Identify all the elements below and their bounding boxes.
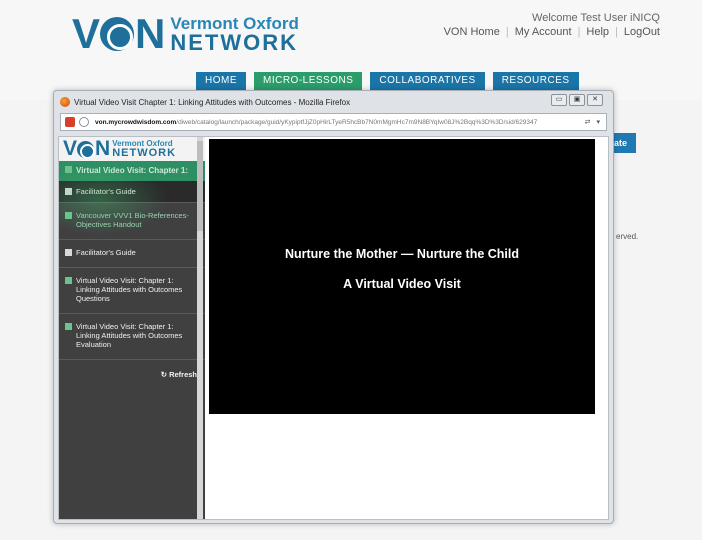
sidebar-scrollbar-thumb[interactable] [197, 141, 203, 231]
url-actions: ⇄ ▾ [578, 114, 606, 130]
sidebar-item-facilitators-guide-2[interactable]: Facilitator's Guide [59, 240, 205, 268]
document-icon [65, 323, 72, 330]
background-cutoff-button[interactable]: ate [612, 133, 636, 153]
sidebar-logo-line-2: NETWORK [112, 146, 177, 159]
document-icon [65, 188, 72, 195]
document-icon [65, 212, 72, 219]
sidebar-item-facilitators-guide-1[interactable]: Facilitator's Guide [59, 181, 205, 203]
sidebar-header[interactable]: Virtual Video Visit: Chapter 1: [59, 161, 205, 181]
background-cutoff-text: erved. [616, 232, 639, 241]
my-account-link[interactable]: My Account [515, 26, 572, 38]
minimize-icon[interactable]: ▭ [551, 94, 567, 106]
von-logo[interactable]: VN Vermont Oxford NETWORK [72, 10, 299, 57]
sidebar-item-evaluation[interactable]: Virtual Video Visit: Chapter 1: Linking … [59, 314, 205, 360]
popup-content: VN Vermont Oxford NETWORK Virtual Video … [58, 136, 609, 520]
logo-line-2: NETWORK [170, 29, 299, 55]
window-title: Virtual Video Visit Chapter 1: Linking A… [74, 97, 351, 107]
help-link[interactable]: Help [586, 26, 609, 38]
firefox-popup-window: Virtual Video Visit Chapter 1: Linking A… [53, 90, 614, 524]
sidebar-item-label: Vancouver VVV1 Bio-References-Objectives… [76, 211, 189, 229]
globe-icon [79, 117, 89, 127]
sidebar-item-label: Facilitator's Guide [76, 248, 136, 257]
sidebar-item-label: Facilitator's Guide [76, 187, 136, 196]
sidebar-logo-text: Vermont Oxford NETWORK [112, 139, 177, 159]
window-controls: ▭ ▣ ✕ [551, 94, 603, 106]
von-logo-text: Vermont Oxford NETWORK [170, 15, 298, 54]
welcome-text: Welcome Test User iNICQ [532, 12, 660, 24]
refresh-button[interactable]: ↻ Refresh [59, 360, 205, 379]
firefox-icon [60, 97, 70, 107]
url-domain: von.mycrowdwisdom.com [95, 118, 177, 126]
close-icon[interactable]: ✕ [587, 94, 603, 106]
von-logo-mark: VN [72, 10, 165, 57]
sidebar-item-questions[interactable]: Virtual Video Visit: Chapter 1: Linking … [59, 268, 205, 314]
video-title: Nurture the Mother — Nurture the Child [284, 247, 520, 261]
site-header: VN Vermont Oxford NETWORK Welcome Test U… [0, 0, 702, 100]
video-player[interactable]: Nurture the Mother — Nurture the Child A… [209, 139, 595, 414]
document-icon [65, 249, 72, 256]
main-nav: HOME MICRO-LESSONS COLLABORATIVES RESOUR… [196, 72, 579, 90]
top-links: VON Home | My Account | Help | LogOut [443, 26, 660, 38]
lesson-sidebar: VN Vermont Oxford NETWORK Virtual Video … [59, 137, 205, 519]
nav-home[interactable]: HOME [196, 72, 246, 90]
document-icon [65, 166, 72, 173]
refresh-icon: ↻ [160, 370, 168, 379]
sidebar-item-label: Virtual Video Visit: Chapter 1: Linking … [76, 322, 183, 349]
maximize-icon[interactable]: ▣ [569, 94, 585, 106]
nav-resources[interactable]: RESOURCES [492, 72, 579, 90]
window-titlebar[interactable]: Virtual Video Visit Chapter 1: Linking A… [54, 91, 613, 113]
site-security-icon[interactable] [65, 117, 75, 127]
sidebar-logo-mark: VN [63, 137, 110, 160]
von-home-link[interactable]: VON Home [444, 26, 500, 38]
logo-line-1: Vermont Oxford [170, 13, 299, 33]
nav-collaboratives[interactable]: COLLABORATIVES [370, 72, 485, 90]
sidebar-item-handout[interactable]: Vancouver VVV1 Bio-References-Objectives… [59, 203, 205, 240]
refresh-label: Refresh [169, 370, 197, 379]
nav-micro-lessons[interactable]: MICRO-LESSONS [254, 72, 363, 90]
logout-link[interactable]: LogOut [624, 26, 660, 38]
reader-icon[interactable]: ⇄ [585, 118, 591, 126]
sidebar-logo: VN Vermont Oxford NETWORK [59, 137, 205, 161]
sidebar-header-label: Virtual Video Visit: Chapter 1: [76, 166, 189, 175]
url-path: /diweb/catalog/launch/package/guid/yKypi… [176, 118, 538, 126]
check-icon [65, 277, 72, 284]
address-bar[interactable]: von.mycrowdwisdom.com/diweb/catalog/laun… [60, 113, 607, 131]
video-subtitle: A Virtual Video Visit [343, 277, 461, 291]
dropdown-icon[interactable]: ▾ [596, 118, 600, 126]
sidebar-item-label: Virtual Video Visit: Chapter 1: Linking … [76, 276, 183, 303]
